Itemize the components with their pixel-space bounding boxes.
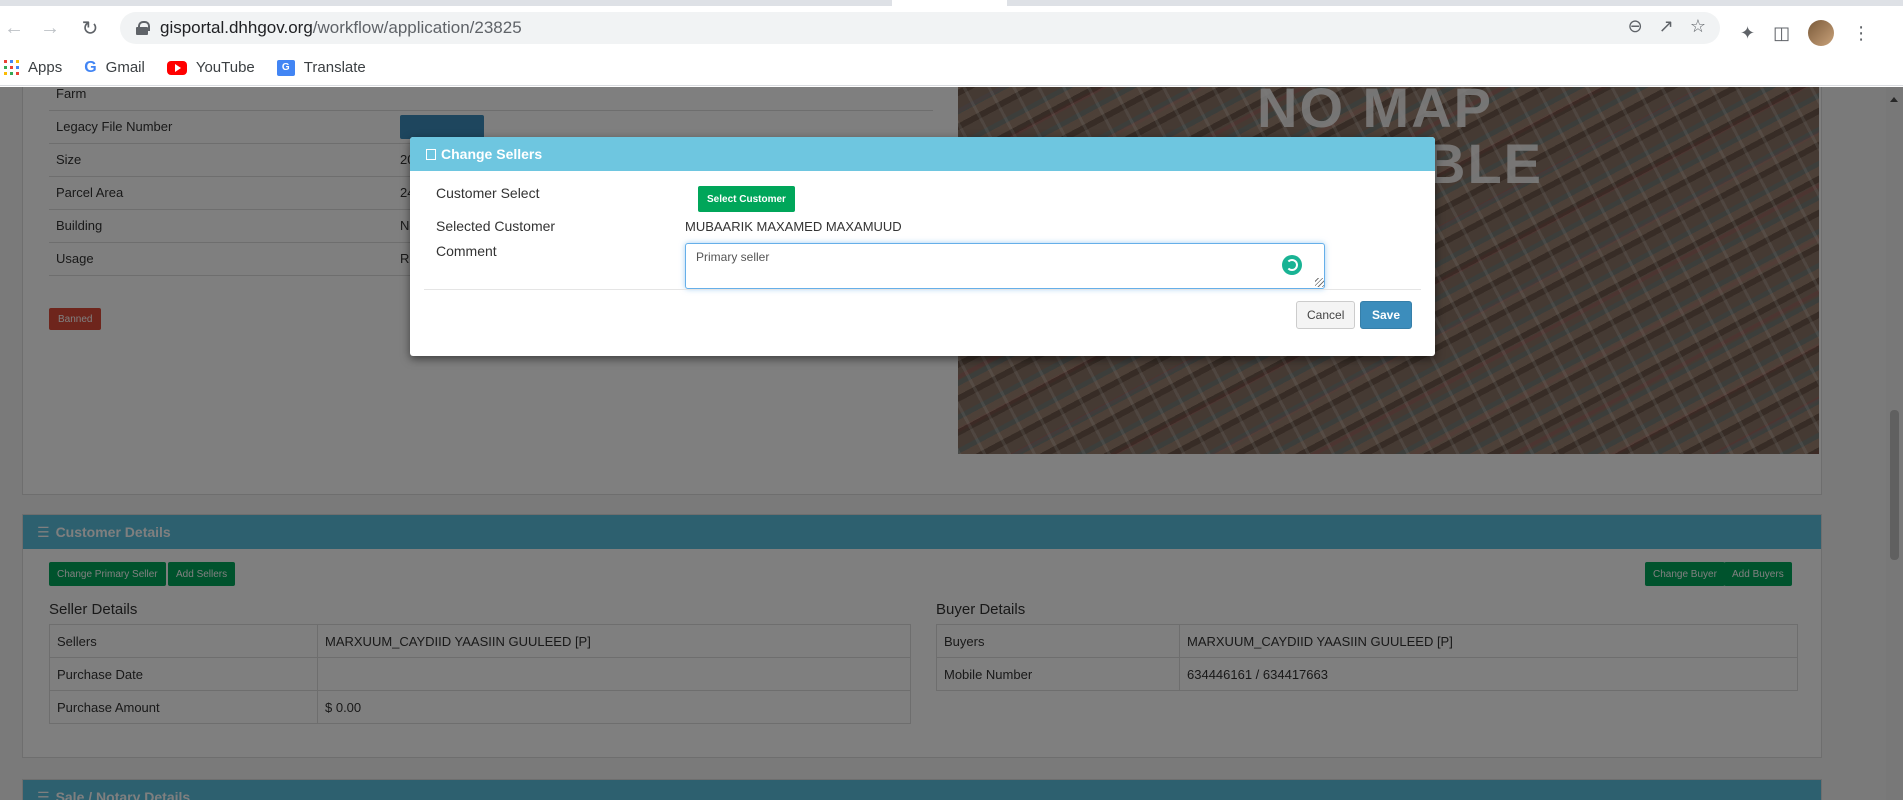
browser-toolbar: ← → ↻ gisportal.dhhgov.org/workflow/appl… [0, 6, 1903, 50]
window-icon [426, 148, 436, 160]
customer-select-label: Customer Select [436, 185, 540, 201]
comment-textarea[interactable]: Primary seller [685, 243, 1325, 289]
select-customer-button[interactable]: Select Customer [698, 186, 795, 212]
bookmark-translate[interactable]: G Translate [276, 59, 366, 76]
lock-icon[interactable] [136, 21, 150, 35]
modal-divider [424, 289, 1421, 290]
bookmark-youtube[interactable]: YouTube [166, 59, 255, 76]
share-icon[interactable]: ↗ [1659, 16, 1674, 37]
loading-spinner-icon [1282, 255, 1302, 275]
save-button[interactable]: Save [1360, 301, 1413, 329]
bookmark-apps[interactable]: Apps [4, 59, 62, 76]
bookmark-gmail[interactable]: G Gmail [84, 59, 145, 77]
resize-grip-icon[interactable] [1315, 278, 1324, 287]
selected-customer-label: Selected Customer [436, 218, 556, 234]
back-arrow-icon[interactable]: ← [0, 14, 28, 42]
url-text[interactable]: gisportal.dhhgov.org/workflow/applicatio… [160, 18, 522, 38]
side-panel-icon[interactable]: ◫ [1773, 23, 1790, 44]
reload-icon[interactable]: ↻ [76, 14, 104, 42]
youtube-icon [166, 60, 187, 75]
translate-icon: G [276, 59, 295, 76]
extensions-icon[interactable]: ✦ [1740, 23, 1755, 44]
change-sellers-modal: Change Sellers Customer Select Select Cu… [410, 137, 1435, 356]
forward-arrow-icon[interactable]: → [36, 14, 64, 42]
comment-label: Comment [436, 243, 497, 259]
cancel-button[interactable]: Cancel [1296, 301, 1356, 329]
apps-grid-icon [4, 60, 19, 75]
menu-kebab-icon[interactable]: ⋮ [1852, 23, 1870, 44]
google-icon: G [84, 58, 97, 76]
modal-header: Change Sellers [410, 137, 1435, 171]
bookmarks-bar: Apps G Gmail YouTube G Translate [0, 50, 1903, 86]
star-icon[interactable]: ☆ [1690, 16, 1706, 37]
address-bar[interactable]: gisportal.dhhgov.org/workflow/applicatio… [120, 12, 1720, 44]
selected-customer-value: MUBAARIK MAXAMED MAXAMUUD [685, 219, 902, 234]
zoom-out-icon[interactable]: ⊖ [1628, 16, 1643, 37]
profile-avatar[interactable] [1808, 20, 1835, 46]
